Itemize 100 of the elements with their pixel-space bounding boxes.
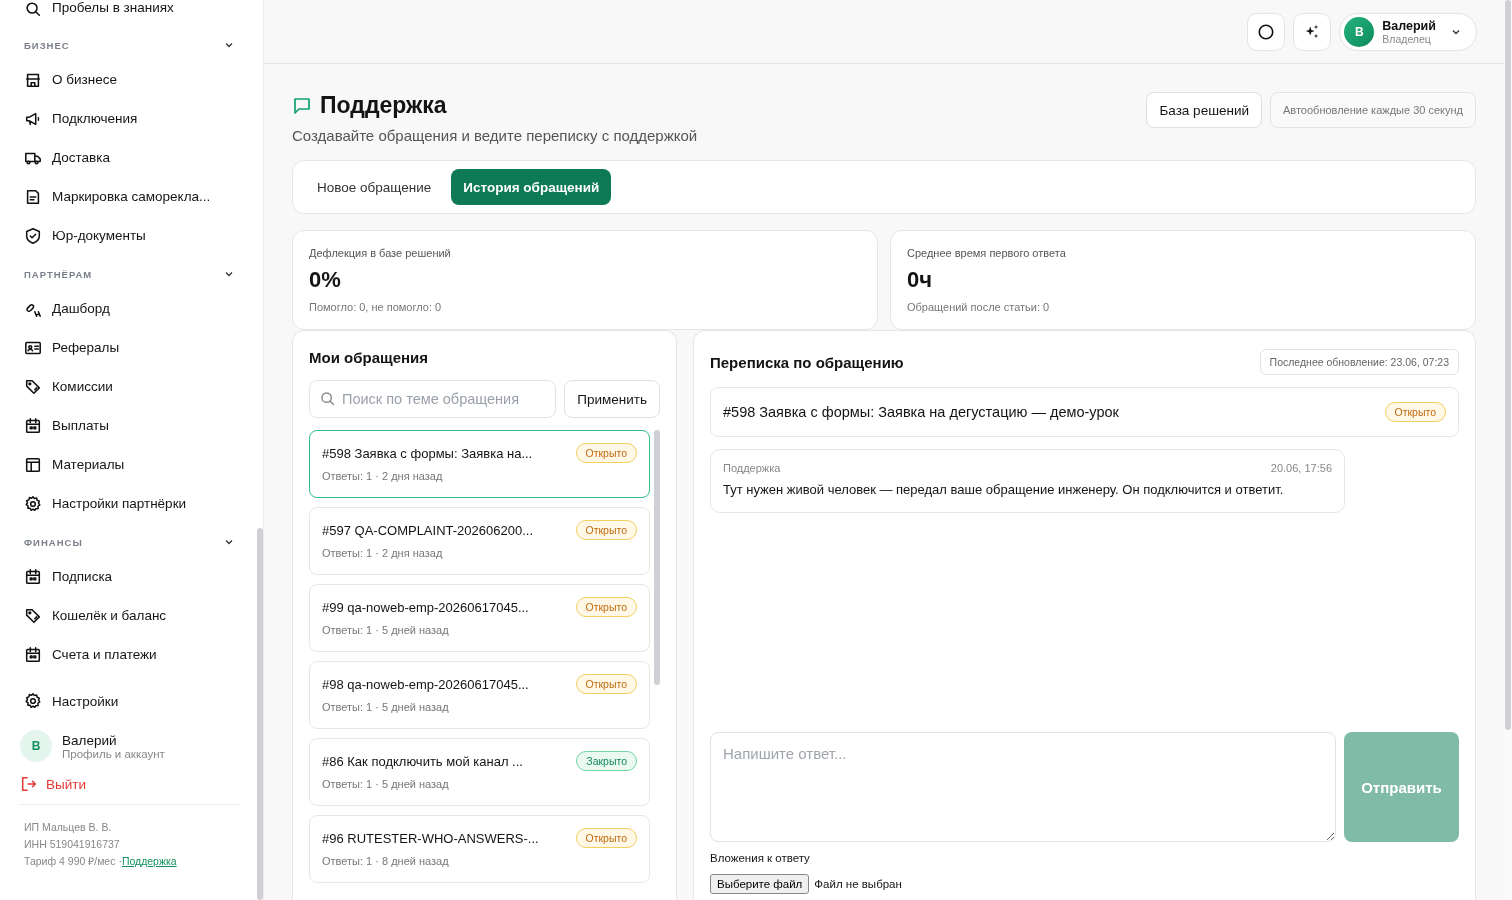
ticket-meta: Ответы: 1 · 8 дней назад	[322, 855, 450, 867]
ticket-title: #98 qa-noweb-emp-20260617045...	[322, 676, 529, 692]
ticket-meta: Ответы: 1 · 5 дней назад	[322, 778, 450, 790]
scrollbar-thumb[interactable]	[654, 430, 660, 685]
ticket-title: #96 RUTESTER-WHO-ANSWERS-...	[322, 830, 539, 846]
tab[interactable]: История обращений	[451, 169, 612, 205]
autorefresh-badge: Автообновление каждые 30 секунд	[1270, 92, 1476, 128]
calendar-icon	[24, 567, 42, 586]
sidebar-item[interactable]: Подключения	[52, 111, 138, 126]
ticket-title: #598 Заявка с формы: Заявка на...	[322, 445, 533, 461]
stat-label: Среднее время первого ответа	[907, 247, 1067, 259]
shield-icon	[24, 226, 42, 245]
sidebar-item[interactable]: Доставка	[52, 150, 110, 165]
page-title: Поддержка	[320, 92, 447, 119]
sidebar-item[interactable]: О бизнесе	[52, 72, 117, 87]
message-time: 20.06, 17:56	[1270, 462, 1332, 474]
avatar: В	[1344, 16, 1375, 47]
ticket-meta: Ответы: 1 · 5 дней назад	[322, 624, 450, 636]
sidebar-item[interactable]: Кошелёк и баланс	[52, 608, 167, 623]
tax-id: ИНН 519041916737	[24, 837, 121, 852]
status-badge: Открыто	[575, 674, 637, 694]
ticket-title: #99 qa-noweb-emp-20260617045...	[322, 599, 529, 615]
stat-label: Дефлекция в базе решений	[309, 247, 452, 259]
ticket-meta: Ответы: 1 · 5 дней назад	[322, 701, 450, 713]
sidebar-item[interactable]: Рефералы	[52, 340, 120, 355]
file-status: Файл не выбран	[814, 878, 902, 890]
gear-icon	[24, 494, 42, 513]
stat-value: 0%	[309, 267, 342, 293]
logout-icon	[20, 775, 38, 793]
message-author: Поддержка	[723, 462, 781, 474]
panel-title: Переписка по обращению	[710, 353, 904, 371]
sidebar-item[interactable]: Подписка	[52, 569, 113, 584]
message-text: Тут нужен живой человек — передал ваше обращение инженеру. Он подключится и ответит.	[723, 481, 1285, 499]
ticket-title: #598 Заявка с формы: Заявка на дегустацию — демо-урок	[723, 404, 1119, 420]
status-badge: Открыто	[1384, 402, 1446, 422]
sidebar-item[interactable]: Комиссии	[52, 379, 113, 394]
status-button[interactable]	[1247, 12, 1286, 51]
panel-title: Мои обращения	[309, 349, 429, 366]
sidebar-item[interactable]: Юр-документы	[52, 228, 146, 243]
ticket-card[interactable]: #86 Как подключить мой канал ... Закрыто Ответы: 1 · 5 дней назад	[309, 738, 650, 806]
ai-button[interactable]	[1293, 12, 1332, 51]
scrollbar-thumb[interactable]	[257, 528, 263, 900]
sidebar-item[interactable]: Счета и платежи	[52, 647, 157, 662]
avatar: В	[20, 730, 52, 762]
user-name: Валерий	[1382, 18, 1436, 33]
apply-button[interactable]: Применить	[564, 380, 660, 418]
reply-field[interactable]: Напишите ответ...	[710, 732, 1336, 842]
tag-icon	[24, 606, 42, 625]
user-menu[interactable]: В Валерий Владелец	[1339, 12, 1477, 51]
ticket-card[interactable]: #598 Заявка с формы: Заявка на... Открыто Ответы: 1 · 2 дня назад	[309, 430, 650, 498]
ticket-title: #86 Как подключить мой канал ...	[322, 753, 523, 769]
logout-link[interactable]: Выйти	[46, 776, 86, 792]
layout-icon	[24, 455, 42, 474]
profile-subtitle: Профиль и аккаунт	[62, 747, 165, 760]
circle-icon	[1257, 22, 1276, 41]
ticket-card[interactable]: #96 RUTESTER-WHO-ANSWERS-... Открыто Ответы: 1 · 8 дней назад	[309, 815, 650, 883]
ticket-meta: Ответы: 1 · 2 дня назад	[322, 470, 444, 482]
search-field[interactable]: Поиск по теме обращения	[309, 380, 557, 418]
knowledge-base-button[interactable]: База решений	[1146, 92, 1262, 128]
ticket-meta: Ответы: 1 · 2 дня назад	[322, 547, 444, 559]
status-badge: Открыто	[575, 443, 637, 463]
page-subtitle: Создавайте обращения и ведите переписку с поддержкой	[292, 127, 698, 144]
profile-name[interactable]: Валерий	[62, 732, 165, 748]
calendar-icon	[24, 645, 42, 664]
status-badge: Закрыто	[576, 751, 637, 771]
ticket-card[interactable]: #597 QA-COMPLAINT-202606200... Открыто Ответы: 1 · 2 дня назад	[309, 507, 650, 575]
gear-icon	[24, 692, 42, 710]
stat-note: Обращений после статьи: 0	[907, 301, 1051, 313]
scrollbar-thumb[interactable]	[1505, 0, 1511, 730]
sidebar-item[interactable]: Пробелы в знаниях	[52, 0, 174, 15]
user-role: Владелец	[1382, 32, 1431, 45]
sidebar-item[interactable]: Материалы	[52, 457, 125, 472]
chat-icon	[292, 95, 312, 116]
section-title: ПАРТНЁРАМ	[24, 268, 93, 280]
company-name: ИП Мальцев В. В.	[24, 820, 113, 835]
sidebar-item[interactable]: Маркировка саморекла...	[52, 189, 211, 204]
ticket-title: #597 QA-COMPLAINT-202606200...	[322, 522, 533, 538]
tab[interactable]: Новое обращение	[305, 169, 444, 205]
sidebar-item[interactable]: Дашборд	[52, 301, 110, 316]
stat-value: 0ч	[907, 267, 933, 293]
document-icon	[24, 187, 42, 206]
search-icon	[319, 390, 336, 407]
sidebar-item[interactable]: Выплаты	[52, 418, 109, 433]
status-badge: Открыто	[575, 828, 637, 848]
tag-icon	[24, 377, 42, 396]
last-update-badge: Последнее обновление: 23.06, 07:23	[1259, 349, 1459, 375]
choose-file-button[interactable]: Выберите файл	[710, 874, 810, 894]
attachments-label: Вложения к ответу	[710, 852, 811, 864]
sidebar-item[interactable]: Настройки партнёрки	[52, 496, 187, 511]
calendar-icon	[24, 416, 42, 435]
sidebar-item[interactable]: Настройки	[52, 693, 119, 709]
stat-note: Помогло: 0, не помогло: 0	[309, 301, 443, 313]
status-badge: Открыто	[575, 520, 637, 540]
status-badge: Открыто	[575, 597, 637, 617]
ticket-card[interactable]: #98 qa-noweb-emp-20260617045... Открыто Ответы: 1 · 5 дней назад	[309, 661, 650, 729]
section-title: БИЗНЕС	[24, 39, 70, 51]
ticket-card[interactable]: #99 qa-noweb-emp-20260617045... Открыто Ответы: 1 · 5 дней назад	[309, 584, 650, 652]
search-icon	[24, 0, 42, 18]
tariff-text: Тариф 4 990 ₽/мес ·	[24, 855, 122, 867]
section-title: ФИНАНСЫ	[24, 536, 83, 548]
